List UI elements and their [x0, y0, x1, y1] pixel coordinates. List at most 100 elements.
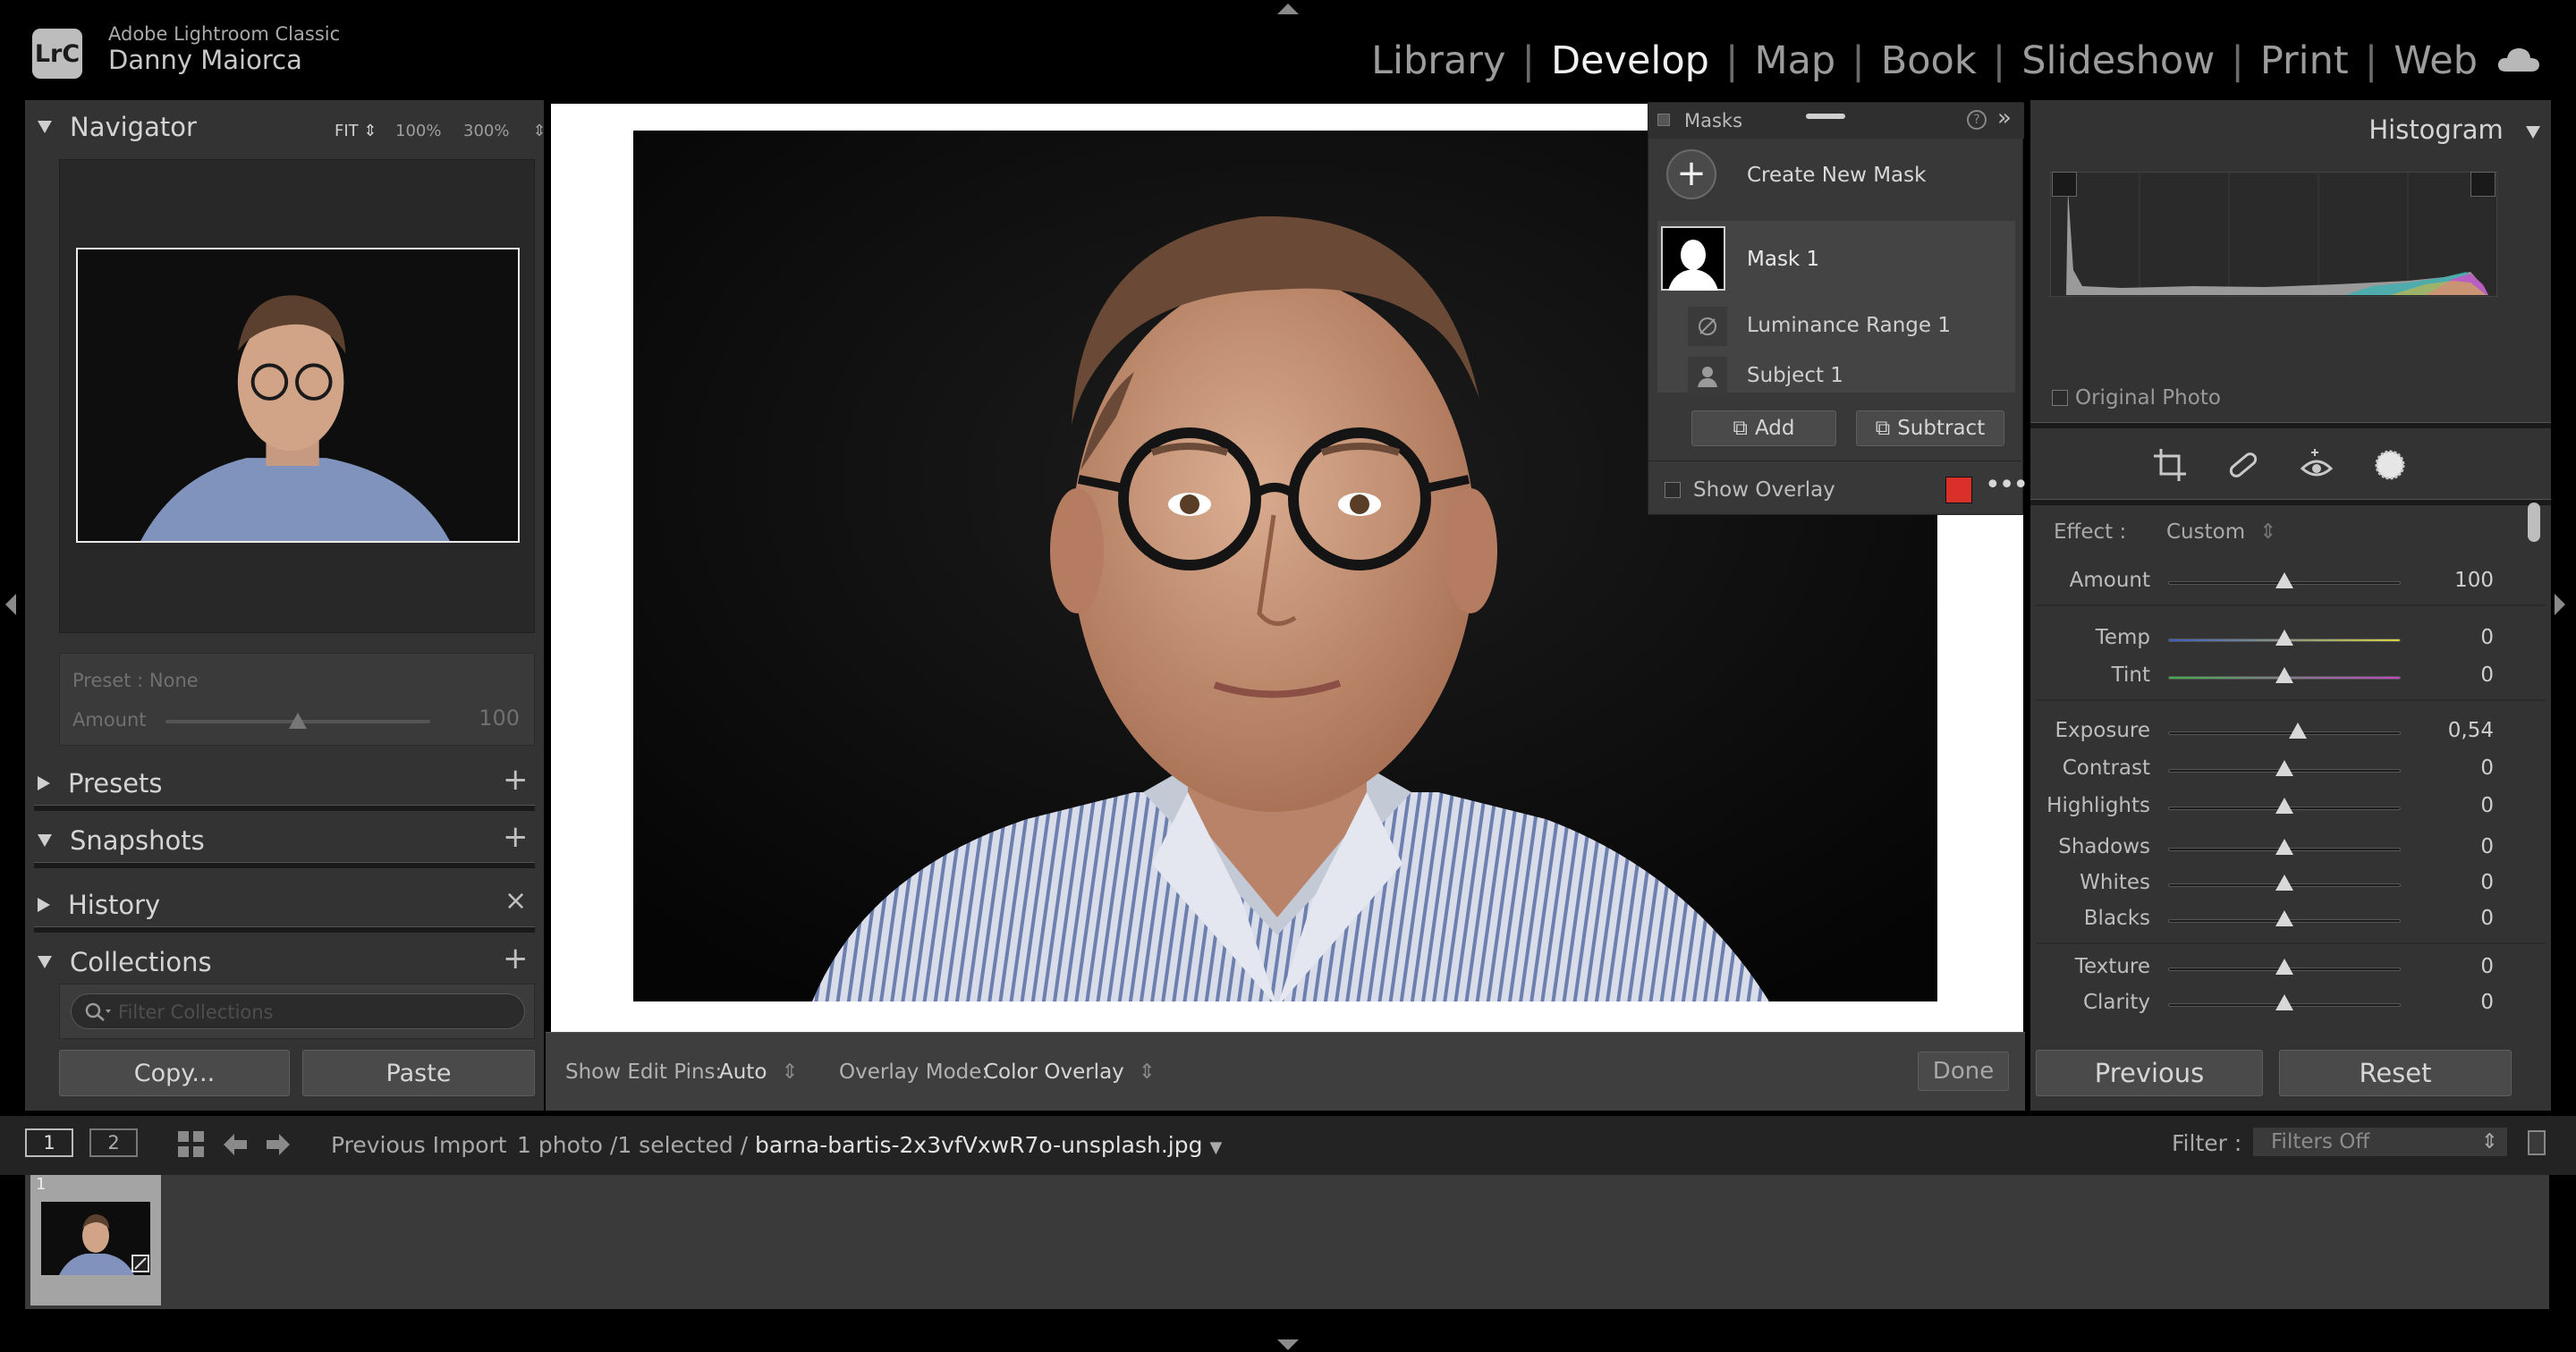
source-label[interactable]: Previous Import	[331, 1132, 507, 1158]
cloud-icon[interactable]	[2497, 46, 2540, 73]
overlay-mode-select[interactable]: Color Overlay ⇕	[984, 1060, 1156, 1084]
add-preset-icon[interactable]: +	[503, 762, 529, 798]
paste-button[interactable]: Paste	[302, 1050, 535, 1096]
clear-history-icon[interactable]: ×	[504, 885, 527, 917]
add-snapshot-icon[interactable]: +	[503, 819, 529, 855]
drag-handle-icon[interactable]	[1806, 114, 1845, 119]
slider-value-texture[interactable]: 0	[2404, 955, 2494, 978]
overlay-color-swatch[interactable]	[1945, 477, 1972, 503]
show-edit-pins-select[interactable]: Auto ⇕	[719, 1060, 799, 1084]
filter-select[interactable]: Filters Off ⇕	[2252, 1127, 2508, 1157]
healing-icon[interactable]	[2225, 447, 2261, 483]
back-arrow-icon[interactable]	[222, 1132, 249, 1157]
red-eye-icon[interactable]	[2299, 447, 2334, 483]
user-name[interactable]: Danny Maiorca	[108, 45, 302, 75]
subtract-component-button[interactable]: ⧉ Subtract	[1856, 410, 2004, 446]
collapse-triangle-icon	[38, 834, 52, 847]
collapse-left-arrow[interactable]	[5, 594, 16, 615]
module-slideshow[interactable]: Slideshow	[2021, 38, 2215, 83]
slider-value-contrast[interactable]: 0	[2404, 756, 2494, 780]
zoom-100[interactable]: 100%	[395, 122, 441, 140]
histogram-graph[interactable]	[2050, 172, 2497, 297]
slider-value-highlights[interactable]: 0	[2404, 794, 2494, 817]
presets-header[interactable]: Presets	[25, 756, 544, 810]
collapse-top-arrow[interactable]	[1277, 4, 1299, 14]
masks-panel-handle[interactable]	[1657, 114, 1670, 126]
slider-thumb-whites[interactable]	[2275, 875, 2293, 891]
subtract-icon: ⧉	[1875, 417, 1891, 440]
grid-view-icon[interactable]	[177, 1130, 206, 1159]
snapshots-header[interactable]: Snapshots	[25, 814, 544, 867]
show-overlay-label: Show Overlay	[1693, 478, 1835, 502]
forward-arrow-icon[interactable]	[265, 1132, 292, 1157]
module-map[interactable]: Map	[1754, 38, 1835, 83]
filter-label: Filter :	[2172, 1130, 2242, 1156]
slider-track-exposure[interactable]	[2168, 731, 2401, 735]
previous-button[interactable]: Previous	[2036, 1050, 2263, 1096]
top-bar: LrC Adobe Lightroom Classic Danny Maiorc…	[0, 0, 2576, 98]
crop-icon[interactable]	[2152, 447, 2188, 483]
collections-header[interactable]: Collections	[25, 935, 544, 989]
copy-button[interactable]: Copy...	[59, 1050, 290, 1096]
module-book[interactable]: Book	[1881, 38, 1977, 83]
filmstrip-thumbnail[interactable]: 1	[30, 1175, 161, 1306]
slider-thumb-contrast[interactable]	[2275, 760, 2293, 776]
right-scrollbar[interactable]	[2528, 503, 2540, 542]
histogram-header[interactable]: Histogram	[2030, 114, 2540, 145]
navigator-thumbnail[interactable]	[76, 248, 520, 543]
photo-filename[interactable]: barna-bartis-2x3vfVxwR7o-unsplash.jpg	[755, 1132, 1202, 1158]
slider-thumb-amount[interactable]	[2275, 572, 2293, 588]
slider-thumb-temp[interactable]	[2275, 630, 2293, 646]
slider-value-temp[interactable]: 0	[2404, 626, 2494, 649]
collapse-bottom-arrow[interactable]	[1277, 1339, 1299, 1350]
slider-value-whites[interactable]: 0	[2404, 871, 2494, 894]
module-web[interactable]: Web	[2394, 38, 2478, 83]
slider-thumb-clarity[interactable]	[2275, 994, 2293, 1010]
done-button[interactable]: Done	[1918, 1052, 2009, 1091]
screen-2-button[interactable]: 2	[89, 1128, 138, 1157]
zoom-300[interactable]: 300% ⇕	[463, 122, 547, 140]
slider-value-clarity[interactable]: 0	[2404, 991, 2494, 1014]
zoom-fit[interactable]: FIT ⇕	[335, 122, 377, 140]
original-photo-checkbox[interactable]	[2052, 390, 2068, 406]
expand-triangle-icon	[38, 898, 50, 912]
masking-icon[interactable]	[2372, 447, 2408, 483]
mask-1-row[interactable]: Mask 1 Luminance Range 1 Subject 1	[1657, 221, 2015, 396]
slider-label-amount: Amount	[2069, 569, 2150, 592]
slider-thumb-highlights[interactable]	[2275, 798, 2293, 814]
slider-group-divider	[2036, 604, 2546, 606]
slider-thumb-texture[interactable]	[2275, 959, 2293, 975]
highlight-clipping-icon[interactable]	[2470, 172, 2496, 197]
module-library[interactable]: Library	[1371, 38, 1505, 83]
slider-thumb-blacks[interactable]	[2275, 910, 2293, 926]
collections-filter-input[interactable]: Filter Collections	[71, 993, 525, 1029]
module-develop[interactable]: Develop	[1551, 38, 1709, 83]
add-collection-icon[interactable]: +	[503, 941, 529, 976]
slider-thumb-shadows[interactable]	[2275, 839, 2293, 855]
more-options-icon[interactable]: •••	[1985, 469, 2029, 501]
show-overlay-checkbox[interactable]	[1665, 482, 1681, 498]
filter-lock-icon[interactable]	[2528, 1130, 2546, 1155]
slider-value-tint[interactable]: 0	[2404, 663, 2494, 687]
screen-1-button[interactable]: 1	[25, 1128, 73, 1157]
preset-amount-thumb[interactable]	[289, 713, 307, 729]
expand-panel-icon[interactable]: »	[1997, 105, 2012, 131]
reset-button[interactable]: Reset	[2279, 1050, 2512, 1096]
navigator-preview[interactable]	[59, 159, 535, 633]
slider-value-exposure[interactable]: 0,54	[2404, 719, 2494, 742]
shadow-clipping-icon[interactable]	[2052, 172, 2077, 197]
luminance-range-label[interactable]: Luminance Range 1	[1747, 314, 1951, 337]
filename-dropdown-icon[interactable]: ▼	[1209, 1138, 1222, 1157]
slider-value-shadows[interactable]: 0	[2404, 835, 2494, 858]
history-header[interactable]: History	[25, 878, 544, 932]
module-print[interactable]: Print	[2260, 38, 2349, 83]
subject-label[interactable]: Subject 1	[1747, 364, 1843, 387]
slider-thumb-exposure[interactable]	[2288, 722, 2307, 739]
collapse-right-arrow[interactable]	[2555, 594, 2565, 615]
effect-select[interactable]: Custom ⇕	[2166, 520, 2276, 544]
slider-value-amount[interactable]: 100	[2404, 569, 2494, 592]
help-icon[interactable]: ?	[1967, 110, 1987, 130]
slider-value-blacks[interactable]: 0	[2404, 907, 2494, 930]
slider-thumb-tint[interactable]	[2275, 667, 2293, 683]
add-component-button[interactable]: ⧉ Add	[1691, 410, 1836, 446]
